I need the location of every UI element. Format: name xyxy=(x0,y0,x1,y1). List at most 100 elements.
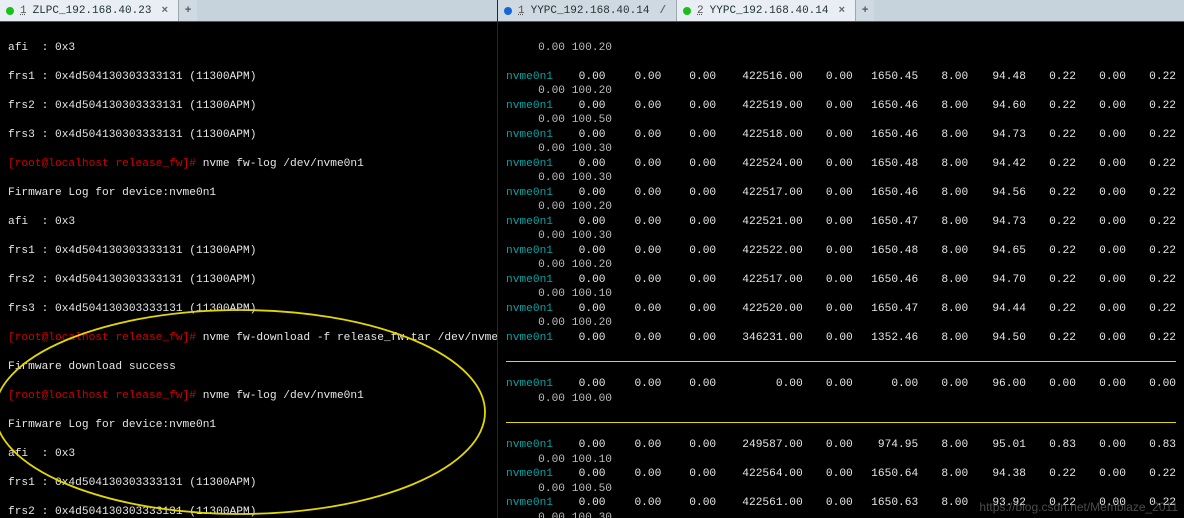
num-cell: 0.22 xyxy=(1026,467,1076,482)
num-cell: 94.73 xyxy=(968,215,1026,230)
num-cell: 0.00 xyxy=(1076,157,1126,172)
num-cell: 0.00 xyxy=(542,186,606,201)
add-tab-button[interactable]: + xyxy=(856,0,874,21)
num-cell: 1650.48 xyxy=(853,244,918,259)
num-cell: 0.00 xyxy=(803,467,853,482)
num-cell: 0.00 xyxy=(661,273,716,288)
num-cell: 0.00 xyxy=(606,157,662,172)
num-cell: 0.22 xyxy=(1126,331,1176,346)
num-cell: 8.00 xyxy=(918,244,968,259)
under-row: 0.00 100.20 xyxy=(506,84,1176,99)
num-cell: 422517.00 xyxy=(716,273,803,288)
num-cell: 1650.47 xyxy=(853,215,918,230)
num-cell: 8.00 xyxy=(918,496,968,511)
left-terminal[interactable]: afi : 0x3 frs1 : 0x4d504130303333131 (11… xyxy=(0,22,497,518)
tab-yypc-1[interactable]: 1 YYPC_192.168.40.14 / xyxy=(498,0,677,21)
device-cell: nvme0n1 xyxy=(506,157,542,172)
tab-index: 2 xyxy=(697,5,704,17)
num-cell: 0.83 xyxy=(1126,438,1176,453)
status-dot-icon xyxy=(6,7,14,15)
num-cell: 0.00 xyxy=(803,99,853,114)
line: frs2 : 0x4d504130303333131 (11300APM) xyxy=(8,273,489,288)
num-cell: 0.22 xyxy=(1126,244,1176,259)
line: Firmware Log for device:nvme0n1 xyxy=(8,418,489,433)
num-cell: 0.00 xyxy=(542,496,606,511)
num-cell: 0.00 xyxy=(542,467,606,482)
num-cell: 94.56 xyxy=(968,186,1026,201)
num-cell: 0.22 xyxy=(1026,99,1076,114)
num-cell: 0.00 xyxy=(542,377,606,392)
add-tab-button[interactable]: + xyxy=(179,0,197,21)
num-cell: 1650.47 xyxy=(853,302,918,317)
num-cell: 0.00 xyxy=(542,99,606,114)
num-cell: 0.00 xyxy=(1076,186,1126,201)
num-cell: 94.70 xyxy=(968,273,1026,288)
num-cell: 0.00 xyxy=(803,157,853,172)
under-row: 0.00 100.30 xyxy=(506,142,1176,157)
under-row: 0.00 100.50 xyxy=(506,482,1176,497)
tab-label: YYPC_192.168.40.14 xyxy=(710,5,829,17)
left-tabbar: 1 ZLPC_192.168.40.23 × + xyxy=(0,0,497,22)
num-cell: 1650.48 xyxy=(853,157,918,172)
num-cell: 0.00 xyxy=(1026,377,1076,392)
num-cell: 974.95 xyxy=(853,438,918,453)
num-cell: 96.00 xyxy=(968,377,1026,392)
num-cell: 0.00 xyxy=(606,186,662,201)
num-cell: 0.00 xyxy=(803,302,853,317)
num-cell: 8.00 xyxy=(918,438,968,453)
prompt-line: [root@localhost release_fw]# nvme fw-log… xyxy=(8,389,489,404)
num-cell: 1650.63 xyxy=(853,496,918,511)
device-cell: nvme0n1 xyxy=(506,70,542,85)
num-cell: 0.00 xyxy=(1076,99,1126,114)
num-cell: 422522.00 xyxy=(716,244,803,259)
num-cell: 0.00 xyxy=(542,157,606,172)
num-cell: 0.00 xyxy=(542,244,606,259)
num-cell: 0.00 xyxy=(803,215,853,230)
num-cell: 346231.00 xyxy=(716,331,803,346)
close-icon[interactable]: × xyxy=(838,5,845,17)
num-cell: 0.00 xyxy=(606,438,662,453)
device-cell: nvme0n1 xyxy=(506,467,542,482)
num-cell: 0.22 xyxy=(1026,302,1076,317)
tab-index: 1 xyxy=(518,5,525,17)
num-cell: 0.00 xyxy=(1076,467,1126,482)
num-cell: 0.00 xyxy=(661,377,716,392)
line: frs1 : 0x4d504130303333131 (11300APM) xyxy=(8,476,489,491)
num-cell: 0.00 xyxy=(661,302,716,317)
num-cell: 0.00 xyxy=(606,331,662,346)
close-icon[interactable]: × xyxy=(161,5,168,17)
num-cell: 0.00 xyxy=(918,377,968,392)
num-cell: 0.22 xyxy=(1126,302,1176,317)
num-cell: 0.22 xyxy=(1026,128,1076,143)
num-cell: 422520.00 xyxy=(716,302,803,317)
iostat-row: nvme0n10.000.000.00422520.000.001650.478… xyxy=(506,302,1176,317)
under-row: 0.00 100.10 xyxy=(506,453,1176,468)
num-cell: 95.01 xyxy=(968,438,1026,453)
right-terminal[interactable]: 0.00 100.20 nvme0n10.000.000.00422516.00… xyxy=(498,22,1184,518)
line: Firmware Log for device:nvme0n1 xyxy=(8,186,489,201)
num-cell: 8.00 xyxy=(918,157,968,172)
num-cell: 0.22 xyxy=(1026,70,1076,85)
num-cell: 94.38 xyxy=(968,467,1026,482)
device-cell: nvme0n1 xyxy=(506,128,542,143)
tab-zlpc[interactable]: 1 ZLPC_192.168.40.23 × xyxy=(0,0,179,21)
num-cell: 0.00 xyxy=(1076,70,1126,85)
iostat-row: nvme0n10.000.000.00422521.000.001650.478… xyxy=(506,215,1176,230)
num-cell: 0.00 xyxy=(661,331,716,346)
tab-yypc-2[interactable]: 2 YYPC_192.168.40.14 × xyxy=(677,0,856,21)
num-cell: 0.00 xyxy=(661,186,716,201)
collapse-icon[interactable]: / xyxy=(659,5,666,17)
right-tabbar: 1 YYPC_192.168.40.14 / 2 YYPC_192.168.40… xyxy=(498,0,1184,22)
tab-label: YYPC_192.168.40.14 xyxy=(531,5,650,17)
line: frs2 : 0x4d504130303333131 (11300APM) xyxy=(8,99,489,114)
num-cell: 0.22 xyxy=(1026,186,1076,201)
num-cell: 8.00 xyxy=(918,70,968,85)
iostat-row: nvme0n10.000.000.00422518.000.001650.468… xyxy=(506,128,1176,143)
num-cell: 0.00 xyxy=(803,244,853,259)
num-cell: 0.00 xyxy=(606,99,662,114)
under-row: 0.00 100.20 xyxy=(506,316,1176,331)
num-cell: 249587.00 xyxy=(716,438,803,453)
num-cell: 0.00 xyxy=(606,128,662,143)
num-cell: 0.00 xyxy=(803,70,853,85)
num-cell: 0.00 xyxy=(606,273,662,288)
